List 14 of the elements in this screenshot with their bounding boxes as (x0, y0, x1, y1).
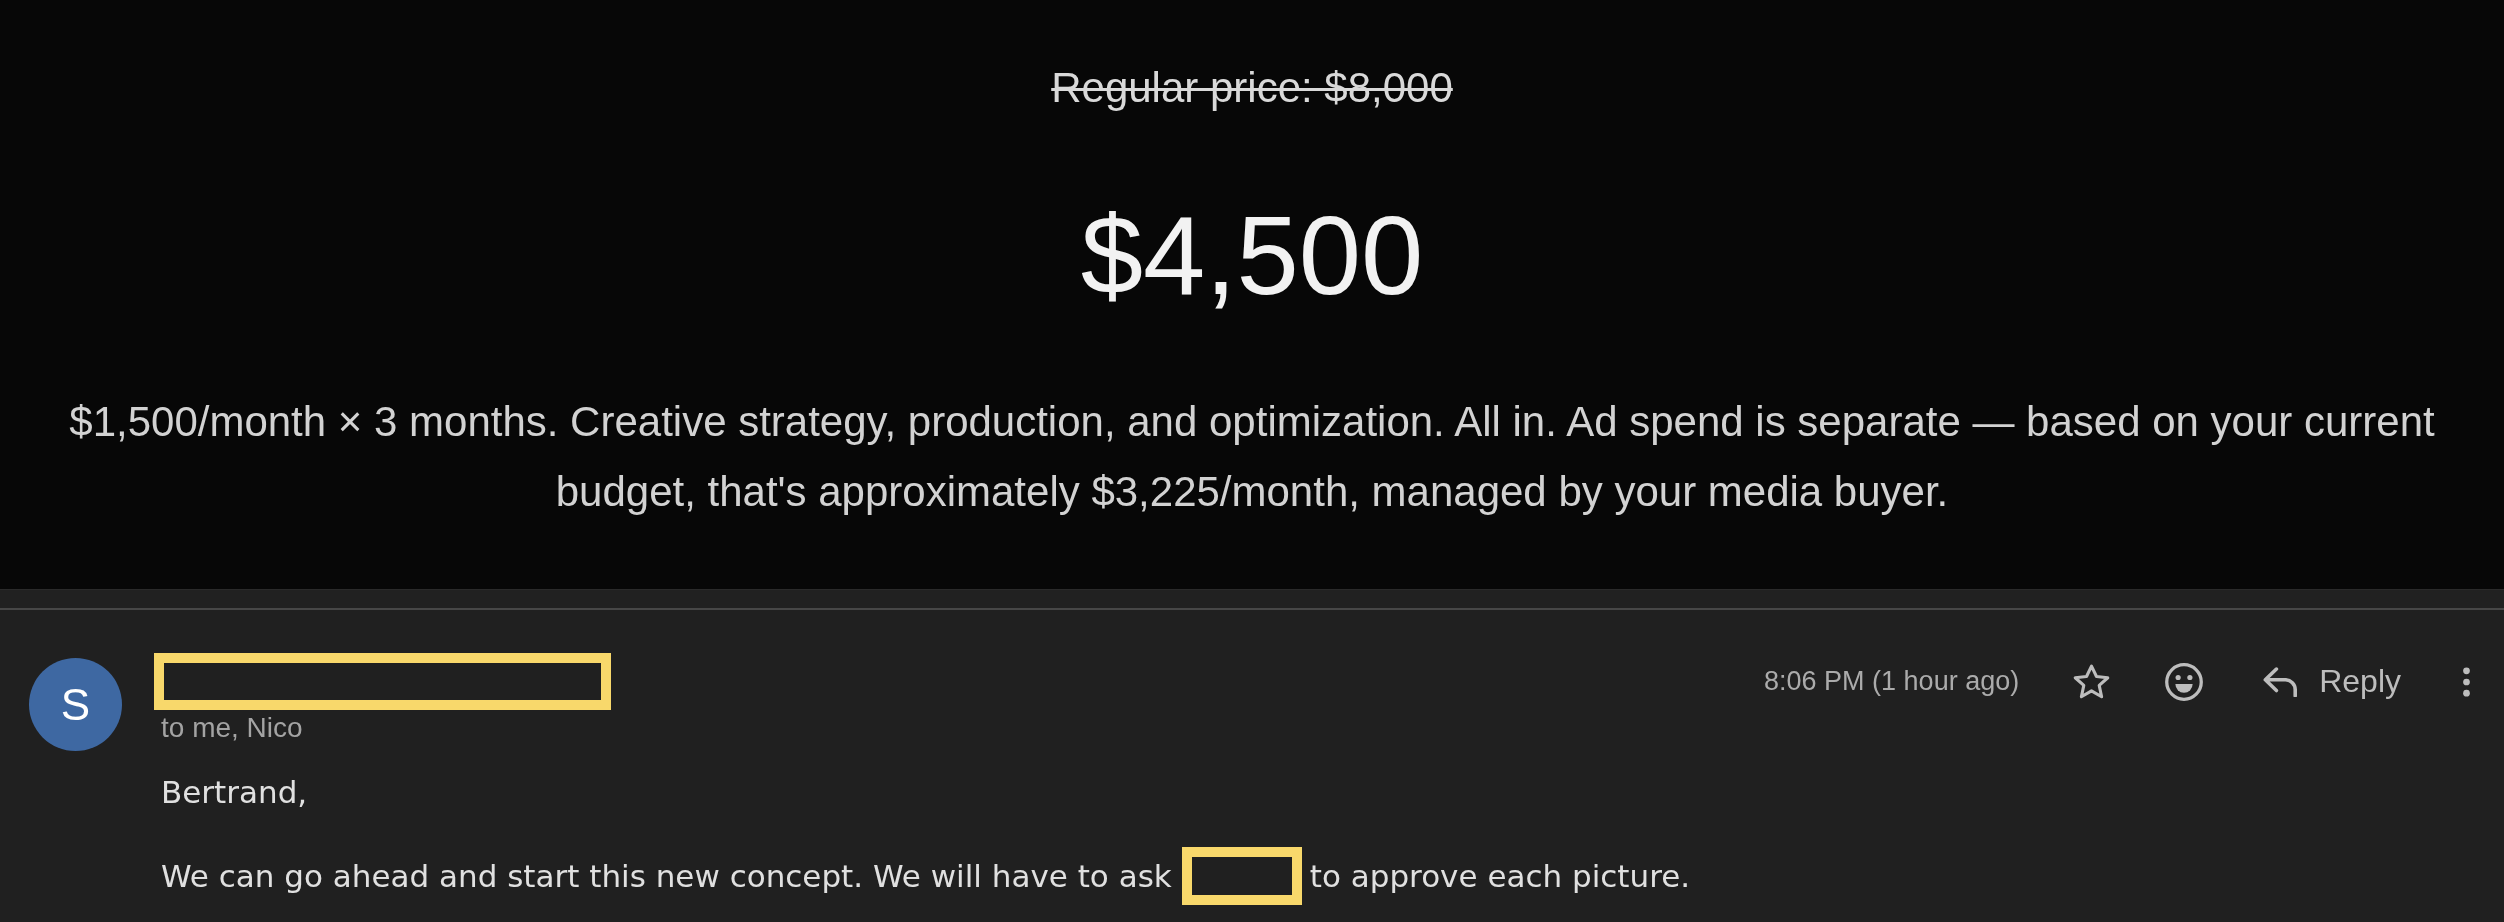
star-icon[interactable] (2073, 664, 2111, 699)
recipients: to me, Nico (161, 713, 303, 743)
price: $4,500 (1080, 192, 1424, 320)
message-text: to approve each picture. (1309, 857, 1691, 895)
smiley-icon[interactable] (2165, 662, 2204, 701)
greeting: Bertrand, (161, 773, 308, 811)
timestamp: 8:06 PM (1 hour ago) (1764, 666, 2020, 697)
message-text: We can go ahead and start this new concept. We will have to ask (161, 857, 1172, 895)
regular-price: Regular price: $8,000 (1051, 65, 1453, 111)
sender-avatar: S (29, 658, 122, 751)
more-icon[interactable] (2463, 666, 2470, 697)
price-description: $1,500/month × 3 months. Creative strategy, production, and optimization. All in. Ad spend is separate — based on your current budget, that's approximately $3,225/month, managed by your media buyer. (68, 397, 2436, 517)
reply-button[interactable]: Reply (2263, 663, 2401, 700)
reply-arrow-icon (2263, 666, 2298, 697)
